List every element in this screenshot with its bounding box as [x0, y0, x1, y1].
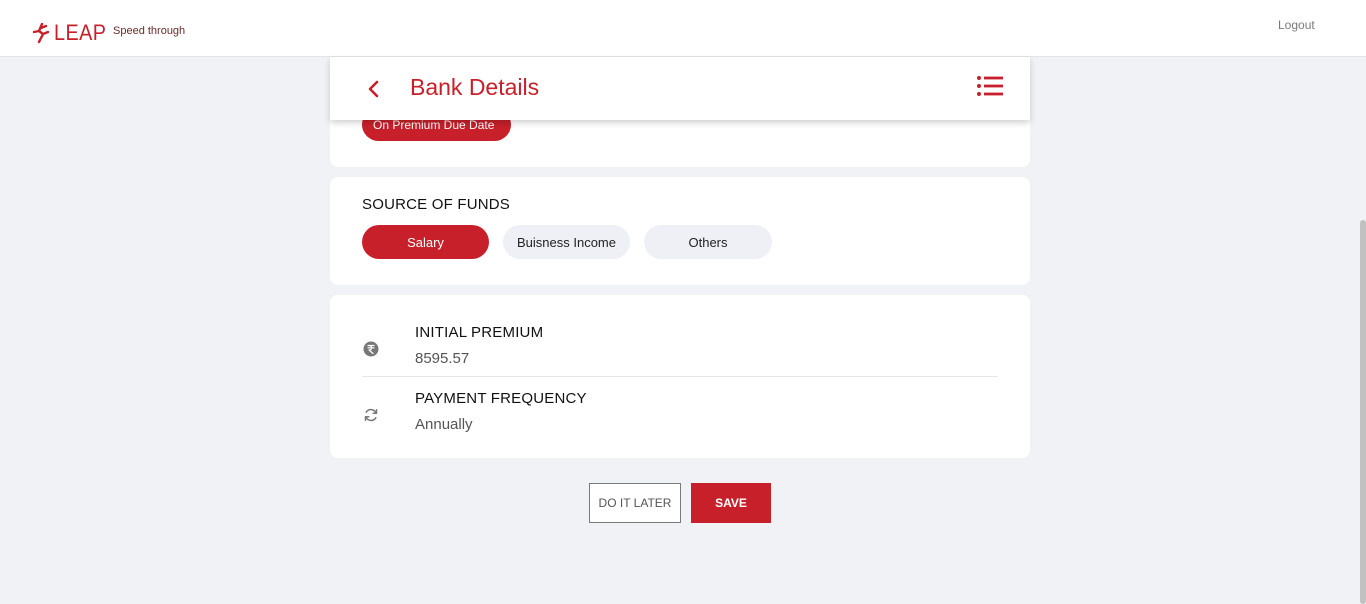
- initial-premium-label: INITIAL PREMIUM: [415, 324, 544, 341]
- top-navigation-bar: LEAP Speed through Logout: [0, 0, 1366, 57]
- page-header: Bank Details: [330, 57, 1030, 120]
- fund-option-others[interactable]: Others: [644, 225, 772, 259]
- runner-logo-icon: [32, 22, 50, 44]
- payment-frequency-label: PAYMENT FREQUENCY: [415, 390, 587, 407]
- fund-option-business-income[interactable]: Buisness Income: [503, 225, 630, 259]
- save-button[interactable]: SAVE: [691, 483, 771, 523]
- rupee-icon: [363, 341, 379, 357]
- brand-logo[interactable]: LEAP: [31, 20, 112, 46]
- brand-tagline: Speed through: [113, 25, 186, 37]
- brand-name: LEAP: [54, 20, 107, 45]
- list-menu-icon[interactable]: [976, 74, 1004, 98]
- page-title: Bank Details: [410, 74, 540, 100]
- do-it-later-button[interactable]: DO IT LATER: [589, 483, 681, 523]
- row-divider: [362, 376, 998, 377]
- payment-frequency-value: Annually: [415, 416, 473, 433]
- fund-option-salary[interactable]: Salary: [362, 225, 489, 259]
- source-of-funds-card: SOURCE OF FUNDS Salary Buisness Income O…: [330, 177, 1030, 285]
- refresh-icon: [364, 408, 378, 422]
- source-of-funds-title: SOURCE OF FUNDS: [362, 196, 511, 213]
- logout-link[interactable]: Logout: [1278, 18, 1315, 32]
- initial-premium-value: 8595.57: [415, 350, 470, 367]
- chevron-left-icon[interactable]: [362, 77, 384, 101]
- premium-summary-card: INITIAL PREMIUM 8595.57 PAYMENT FREQUENC…: [330, 295, 1030, 458]
- page-scrollbar-thumb[interactable]: [1360, 220, 1366, 604]
